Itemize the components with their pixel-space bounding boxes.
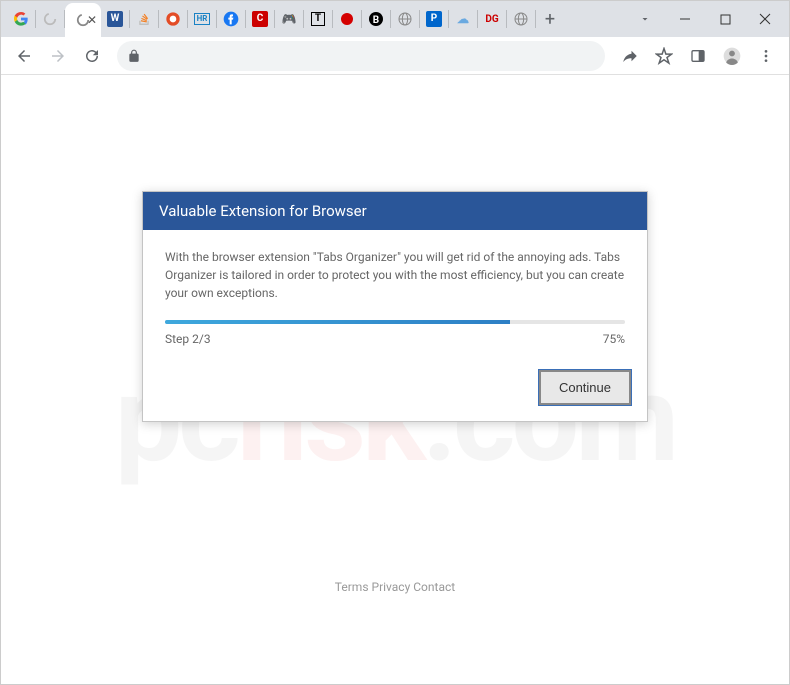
address-bar[interactable] xyxy=(117,41,605,71)
tab-strip: ✕ W HR C 🎮 T B P ☁ DG + xyxy=(1,1,789,37)
loading-icon xyxy=(42,11,58,27)
lock-icon xyxy=(127,49,141,63)
facebook-icon xyxy=(223,11,239,27)
dialog-description: With the browser extension "Tabs Organiz… xyxy=(165,248,625,302)
percent-label: 75% xyxy=(603,332,625,346)
tab-b-circle[interactable]: B xyxy=(362,5,390,33)
tab-t-box[interactable]: T xyxy=(304,5,332,33)
footer-links: Terms Privacy Contact xyxy=(1,580,789,594)
tab-controller[interactable]: 🎮 xyxy=(275,5,303,33)
globe2-icon xyxy=(513,11,529,27)
privacy-link[interactable]: Privacy xyxy=(372,580,411,594)
word-icon: W xyxy=(107,11,123,27)
t-icon: T xyxy=(311,12,325,26)
red-c-icon: C xyxy=(252,11,268,27)
close-window-button[interactable] xyxy=(745,4,785,34)
dialog-title: Valuable Extension for Browser xyxy=(143,192,647,230)
tab-cloud[interactable]: ☁ xyxy=(449,5,477,33)
back-button[interactable] xyxy=(9,41,39,71)
red-dot-icon xyxy=(339,11,355,27)
tab-active[interactable]: ✕ xyxy=(65,3,101,37)
tab-word[interactable]: W xyxy=(101,5,129,33)
tab-loading[interactable] xyxy=(36,5,64,33)
contact-link[interactable]: Contact xyxy=(413,580,455,594)
tab-swirl[interactable] xyxy=(159,5,187,33)
terms-link[interactable]: Terms xyxy=(335,580,369,594)
stackoverflow-icon xyxy=(136,11,152,27)
tab-globe1[interactable] xyxy=(391,5,419,33)
tab-hr[interactable]: HR xyxy=(188,5,216,33)
progress-fill xyxy=(165,320,510,324)
dialog-footer: Continue xyxy=(143,360,647,421)
browser-window: ✕ W HR C 🎮 T B P ☁ DG + xyxy=(0,0,790,685)
globe-icon xyxy=(397,11,413,27)
tab-dg[interactable]: DG xyxy=(478,5,506,33)
minimize-button[interactable] xyxy=(665,4,705,34)
continue-button[interactable]: Continue xyxy=(539,370,631,405)
dialog-body: With the browser extension "Tabs Organiz… xyxy=(143,230,647,360)
dg-icon: DG xyxy=(484,11,500,27)
google-icon xyxy=(13,11,29,27)
tabs-dropdown-button[interactable] xyxy=(629,13,661,25)
swirl-icon xyxy=(165,11,181,27)
svg-text:B: B xyxy=(373,15,379,26)
tab-stackoverflow[interactable] xyxy=(130,5,158,33)
side-panel-button[interactable] xyxy=(683,41,713,71)
close-tab-icon[interactable]: ✕ xyxy=(87,13,97,27)
tab-google[interactable] xyxy=(7,5,35,33)
toolbar xyxy=(1,37,789,75)
tab-globe2[interactable] xyxy=(507,5,535,33)
cloud-icon: ☁ xyxy=(455,11,471,27)
page-content: pcrisk.com Valuable Extension for Browse… xyxy=(1,75,789,684)
hr-icon: HR xyxy=(194,13,210,25)
install-dialog: Valuable Extension for Browser With the … xyxy=(142,191,648,422)
tab-red-dot[interactable] xyxy=(333,5,361,33)
share-button[interactable] xyxy=(615,41,645,71)
tab-p-box[interactable]: P xyxy=(420,5,448,33)
bookmark-button[interactable] xyxy=(649,41,679,71)
b-circle-icon: B xyxy=(368,11,384,27)
window-controls xyxy=(629,4,785,34)
menu-button[interactable] xyxy=(751,41,781,71)
profile-button[interactable] xyxy=(717,41,747,71)
step-label: Step 2/3 xyxy=(165,332,211,346)
progress-section: Step 2/3 75% xyxy=(165,320,625,346)
maximize-button[interactable] xyxy=(705,4,745,34)
tab-facebook[interactable] xyxy=(217,5,245,33)
p-box-icon: P xyxy=(426,11,442,27)
new-tab-button[interactable]: + xyxy=(536,5,564,33)
reload-button[interactable] xyxy=(77,41,107,71)
forward-button[interactable] xyxy=(43,41,73,71)
tab-red-c[interactable]: C xyxy=(246,5,274,33)
controller-icon: 🎮 xyxy=(281,11,297,27)
progress-bar xyxy=(165,320,625,324)
